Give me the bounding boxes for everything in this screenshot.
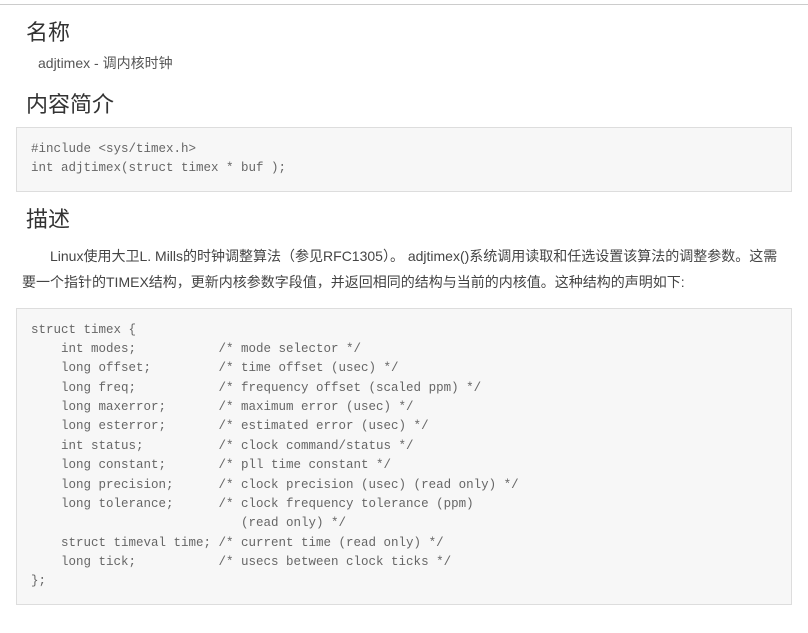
section-heading-synopsis: 内容简介 xyxy=(26,87,796,119)
description-paragraph: Linux使用大卫L. Mills的时钟调整算法（参见RFC1305）。 adj… xyxy=(22,244,786,296)
synopsis-code-block: #include <sys/timex.h> int adjtimex(stru… xyxy=(16,127,792,192)
struct-code-block: struct timex { int modes; /* mode select… xyxy=(16,308,792,605)
section-heading-description: 描述 xyxy=(26,202,796,234)
name-line: adjtimex - 调内核时钟 xyxy=(38,53,796,73)
man-page-container: 名称 adjtimex - 调内核时钟 内容简介 #include <sys/t… xyxy=(0,15,808,633)
top-divider xyxy=(0,4,808,5)
section-heading-name: 名称 xyxy=(26,15,796,47)
